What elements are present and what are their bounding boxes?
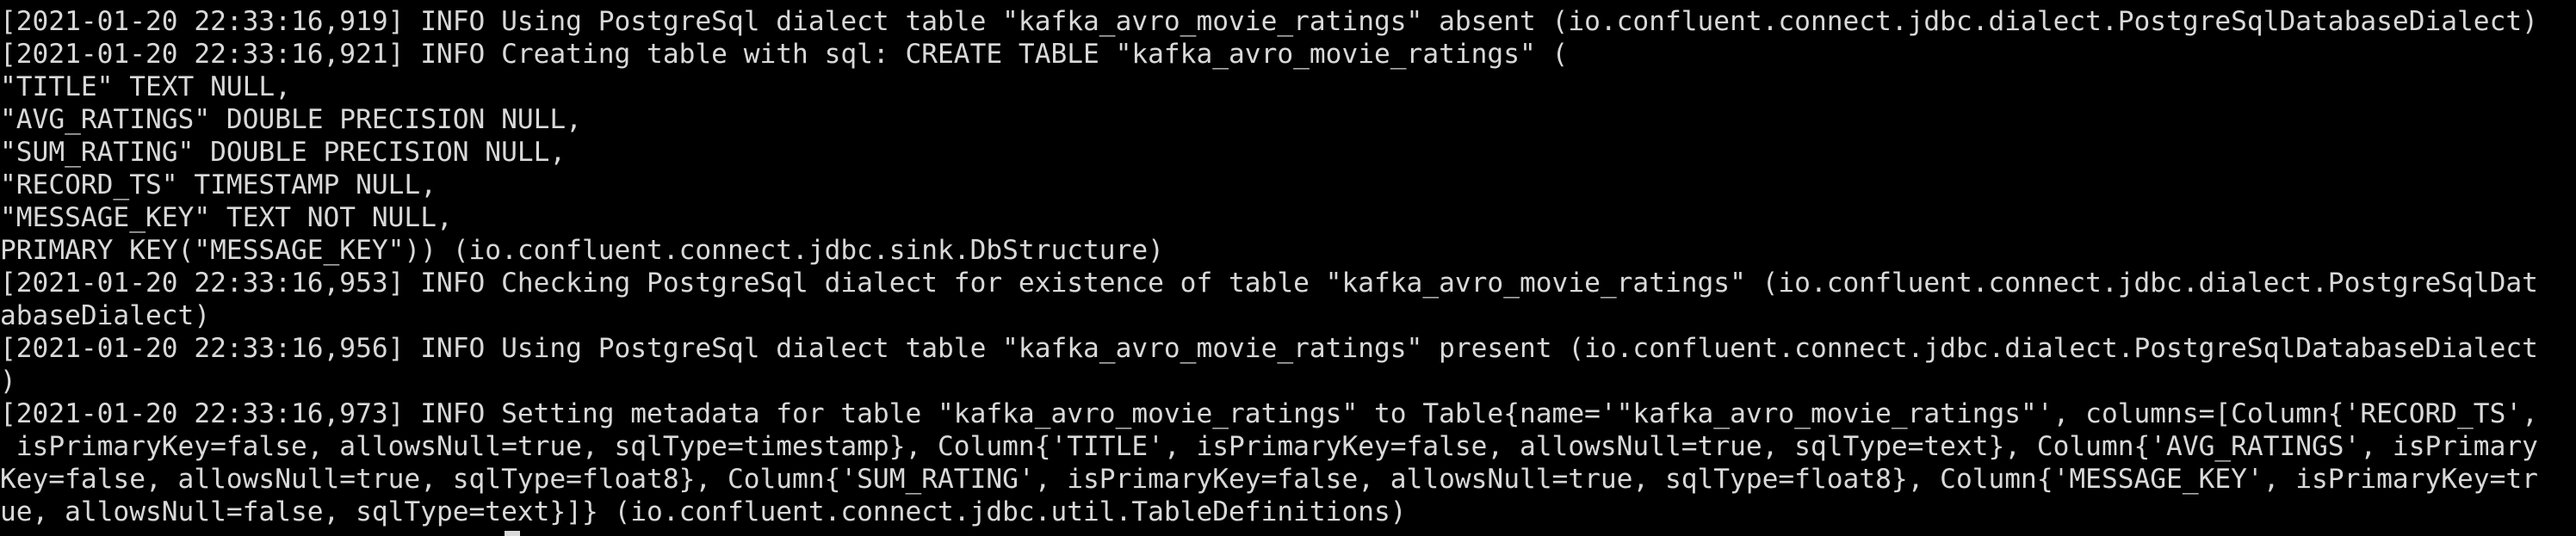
log-line: [2021-01-20 22:33:16,953] INFO Checking … [0, 268, 2538, 299]
log-line: [2021-01-20 22:33:16,921] INFO Creating … [0, 39, 1569, 70]
log-line: abaseDialect) [0, 300, 211, 331]
terminal-window[interactable]: [2021-01-20 22:33:16,919] INFO Using Pos… [0, 0, 2576, 536]
log-line: "MESSAGE_KEY" TEXT NOT NULL, [0, 202, 453, 233]
log-line: [2021-01-20 22:33:16,956] INFO Using Pos… [0, 333, 2538, 364]
log-line: isPrimaryKey=false, allowsNull=true, sql… [0, 431, 2538, 462]
log-line: [2021-01-20 22:33:16,973] INFO Setting m… [0, 398, 2538, 429]
log-line: Key=false, allowsNull=true, sqlType=floa… [0, 464, 2538, 495]
log-line: ue, allowsNull=false, sqlType=text}]} (i… [0, 496, 1407, 527]
log-line: "RECORD_TS" TIMESTAMP NULL, [0, 169, 437, 200]
log-line: "AVG_RATINGS" DOUBLE PRECISION NULL, [0, 104, 582, 135]
log-line: "SUM_RATING" DOUBLE PRECISION NULL, [0, 137, 567, 168]
log-line: [2021-01-20 22:33:16,919] INFO Using Pos… [0, 6, 2538, 37]
text-cursor [505, 531, 520, 536]
command-prompt-line[interactable] [0, 528, 520, 536]
log-line: "TITLE" TEXT NULL, [0, 71, 291, 102]
log-line: ) [0, 366, 16, 397]
log-line: PRIMARY KEY("MESSAGE_KEY")) (io.confluen… [0, 235, 1164, 266]
